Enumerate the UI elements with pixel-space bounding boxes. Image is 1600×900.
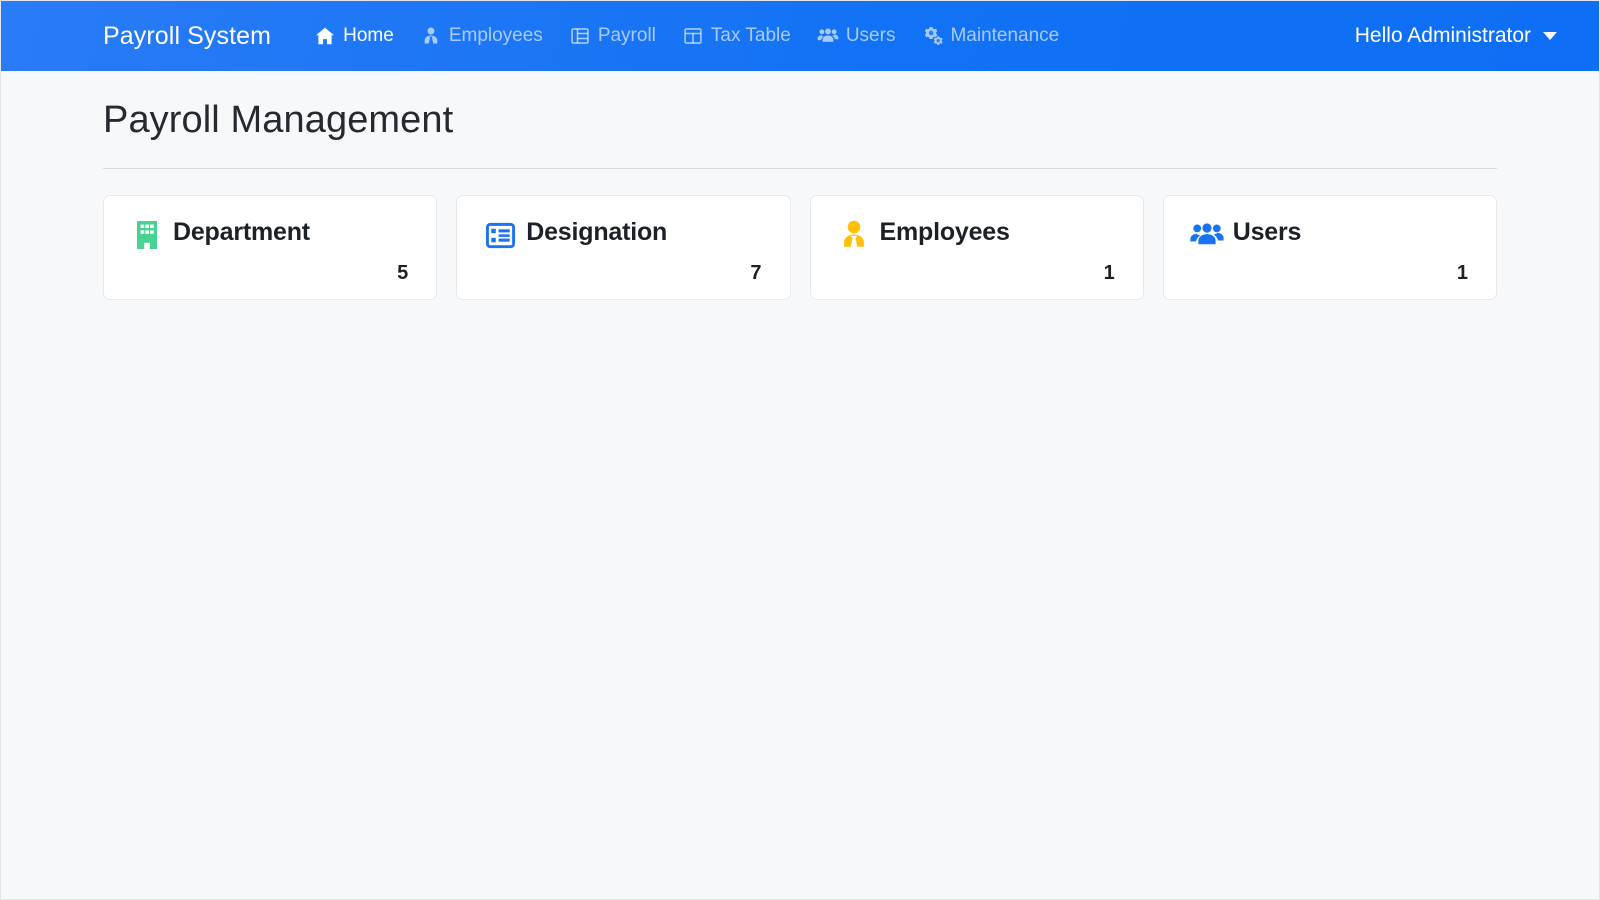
nav-item-users-label: Users bbox=[845, 25, 896, 46]
card-department-header: Department bbox=[130, 218, 410, 252]
user-tie-icon bbox=[837, 218, 871, 252]
card-employees-count: 1 bbox=[1103, 262, 1115, 284]
table-grid-icon bbox=[682, 25, 704, 47]
nav-item-payroll[interactable]: Payroll bbox=[556, 21, 669, 51]
users-icon bbox=[1190, 218, 1224, 252]
card-designation-title: Designation bbox=[526, 217, 668, 246]
chevron-down-icon bbox=[1543, 32, 1557, 40]
nav-item-home[interactable]: Home bbox=[301, 21, 407, 51]
card-users-count: 1 bbox=[1456, 262, 1468, 284]
card-department[interactable]: Department 5 bbox=[103, 195, 438, 300]
nav-item-employees-label: Employees bbox=[448, 25, 543, 46]
cogs-icon bbox=[921, 25, 944, 47]
nav-item-tax-table[interactable]: Tax Table bbox=[669, 21, 804, 51]
nav-item-employees[interactable]: Employees bbox=[407, 21, 556, 51]
card-designation-header: Designation bbox=[483, 218, 763, 252]
primary-nav: Home Employees Payroll Tax Table Users M… bbox=[301, 21, 1072, 51]
nav-item-payroll-label: Payroll bbox=[597, 25, 656, 46]
card-users-header: Users bbox=[1190, 218, 1470, 252]
card-department-count: 5 bbox=[397, 262, 409, 284]
summary-cards: Department 5 Designation 7 Employees 1 U… bbox=[103, 195, 1497, 300]
card-department-title: Department bbox=[173, 217, 310, 246]
card-designation[interactable]: Designation 7 bbox=[456, 195, 791, 300]
user-tie-icon bbox=[420, 25, 442, 47]
users-icon bbox=[817, 25, 839, 47]
card-employees-title: Employees bbox=[879, 217, 1010, 246]
card-users-title: Users bbox=[1232, 217, 1302, 246]
building-icon bbox=[130, 218, 164, 252]
list-alt-icon bbox=[483, 218, 517, 252]
title-divider bbox=[103, 168, 1497, 169]
nav-item-maintenance[interactable]: Maintenance bbox=[908, 21, 1072, 51]
card-designation-count: 7 bbox=[750, 262, 762, 284]
card-employees-header: Employees bbox=[837, 218, 1117, 252]
user-menu-label: Hello Administrator bbox=[1354, 24, 1531, 47]
brand-logo[interactable]: Payroll System bbox=[103, 22, 271, 51]
main-content: Payroll Management Department 5 Designat… bbox=[1, 99, 1599, 300]
user-menu-dropdown[interactable]: Hello Administrator bbox=[1355, 24, 1565, 48]
card-users[interactable]: Users 1 bbox=[1162, 195, 1497, 300]
top-navbar: Payroll System Home Employees Payroll Ta… bbox=[1, 1, 1599, 71]
nav-item-home-label: Home bbox=[343, 25, 394, 46]
page-title: Payroll Management bbox=[103, 99, 454, 141]
nav-item-users[interactable]: Users bbox=[804, 21, 909, 51]
nav-item-tax-table-label: Tax Table bbox=[710, 25, 791, 46]
nav-item-maintenance-label: Maintenance bbox=[950, 25, 1060, 46]
home-icon bbox=[314, 25, 336, 47]
card-employees[interactable]: Employees 1 bbox=[809, 195, 1144, 300]
table-list-icon bbox=[569, 25, 591, 47]
